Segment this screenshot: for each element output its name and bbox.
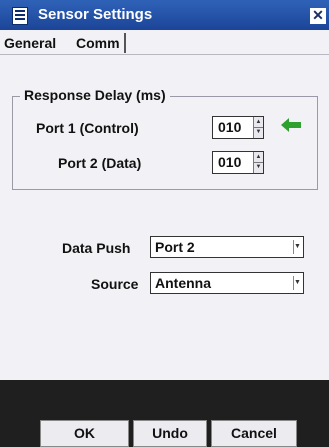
port2-label: Port 2 (Data) (58, 155, 142, 171)
tab-comm[interactable]: Comm (72, 33, 126, 53)
sensor-settings-window: Sensor Settings ✕ General Comm Response … (0, 0, 329, 447)
data-push-label: Data Push (62, 240, 131, 256)
port1-delay-spinner[interactable]: 010 ▲ ▼ (212, 116, 264, 139)
port1-label: Port 1 (Control) (36, 120, 139, 136)
cancel-button[interactable]: Cancel (211, 420, 297, 447)
source-value: Antenna (155, 275, 211, 291)
data-push-select[interactable]: Port 2 ▼ (150, 236, 304, 258)
chevron-down-icon: ▼ (293, 240, 301, 254)
data-push-value: Port 2 (155, 239, 195, 255)
port2-delay-value: 010 (218, 154, 242, 170)
tab-general[interactable]: General (0, 33, 60, 53)
ok-button[interactable]: OK (40, 420, 129, 447)
response-delay-group (12, 96, 318, 190)
undo-button[interactable]: Undo (133, 420, 207, 447)
port2-delay-spinner[interactable]: 010 ▲ ▼ (212, 151, 264, 174)
source-label: Source (91, 276, 139, 292)
left-arrow-icon (281, 118, 301, 132)
response-delay-legend: Response Delay (ms) (20, 87, 170, 103)
close-icon[interactable]: ✕ (310, 8, 326, 24)
tab-strip: General Comm (0, 30, 329, 55)
source-select[interactable]: Antenna ▼ (150, 272, 304, 294)
window-icon (12, 7, 28, 25)
port1-delay-value: 010 (218, 119, 242, 135)
spin-down-icon[interactable]: ▼ (254, 162, 263, 172)
chevron-down-icon: ▼ (293, 276, 301, 290)
title-bar: Sensor Settings ✕ (0, 0, 329, 30)
spin-down-icon[interactable]: ▼ (254, 127, 263, 137)
window-title: Sensor Settings (38, 6, 153, 23)
